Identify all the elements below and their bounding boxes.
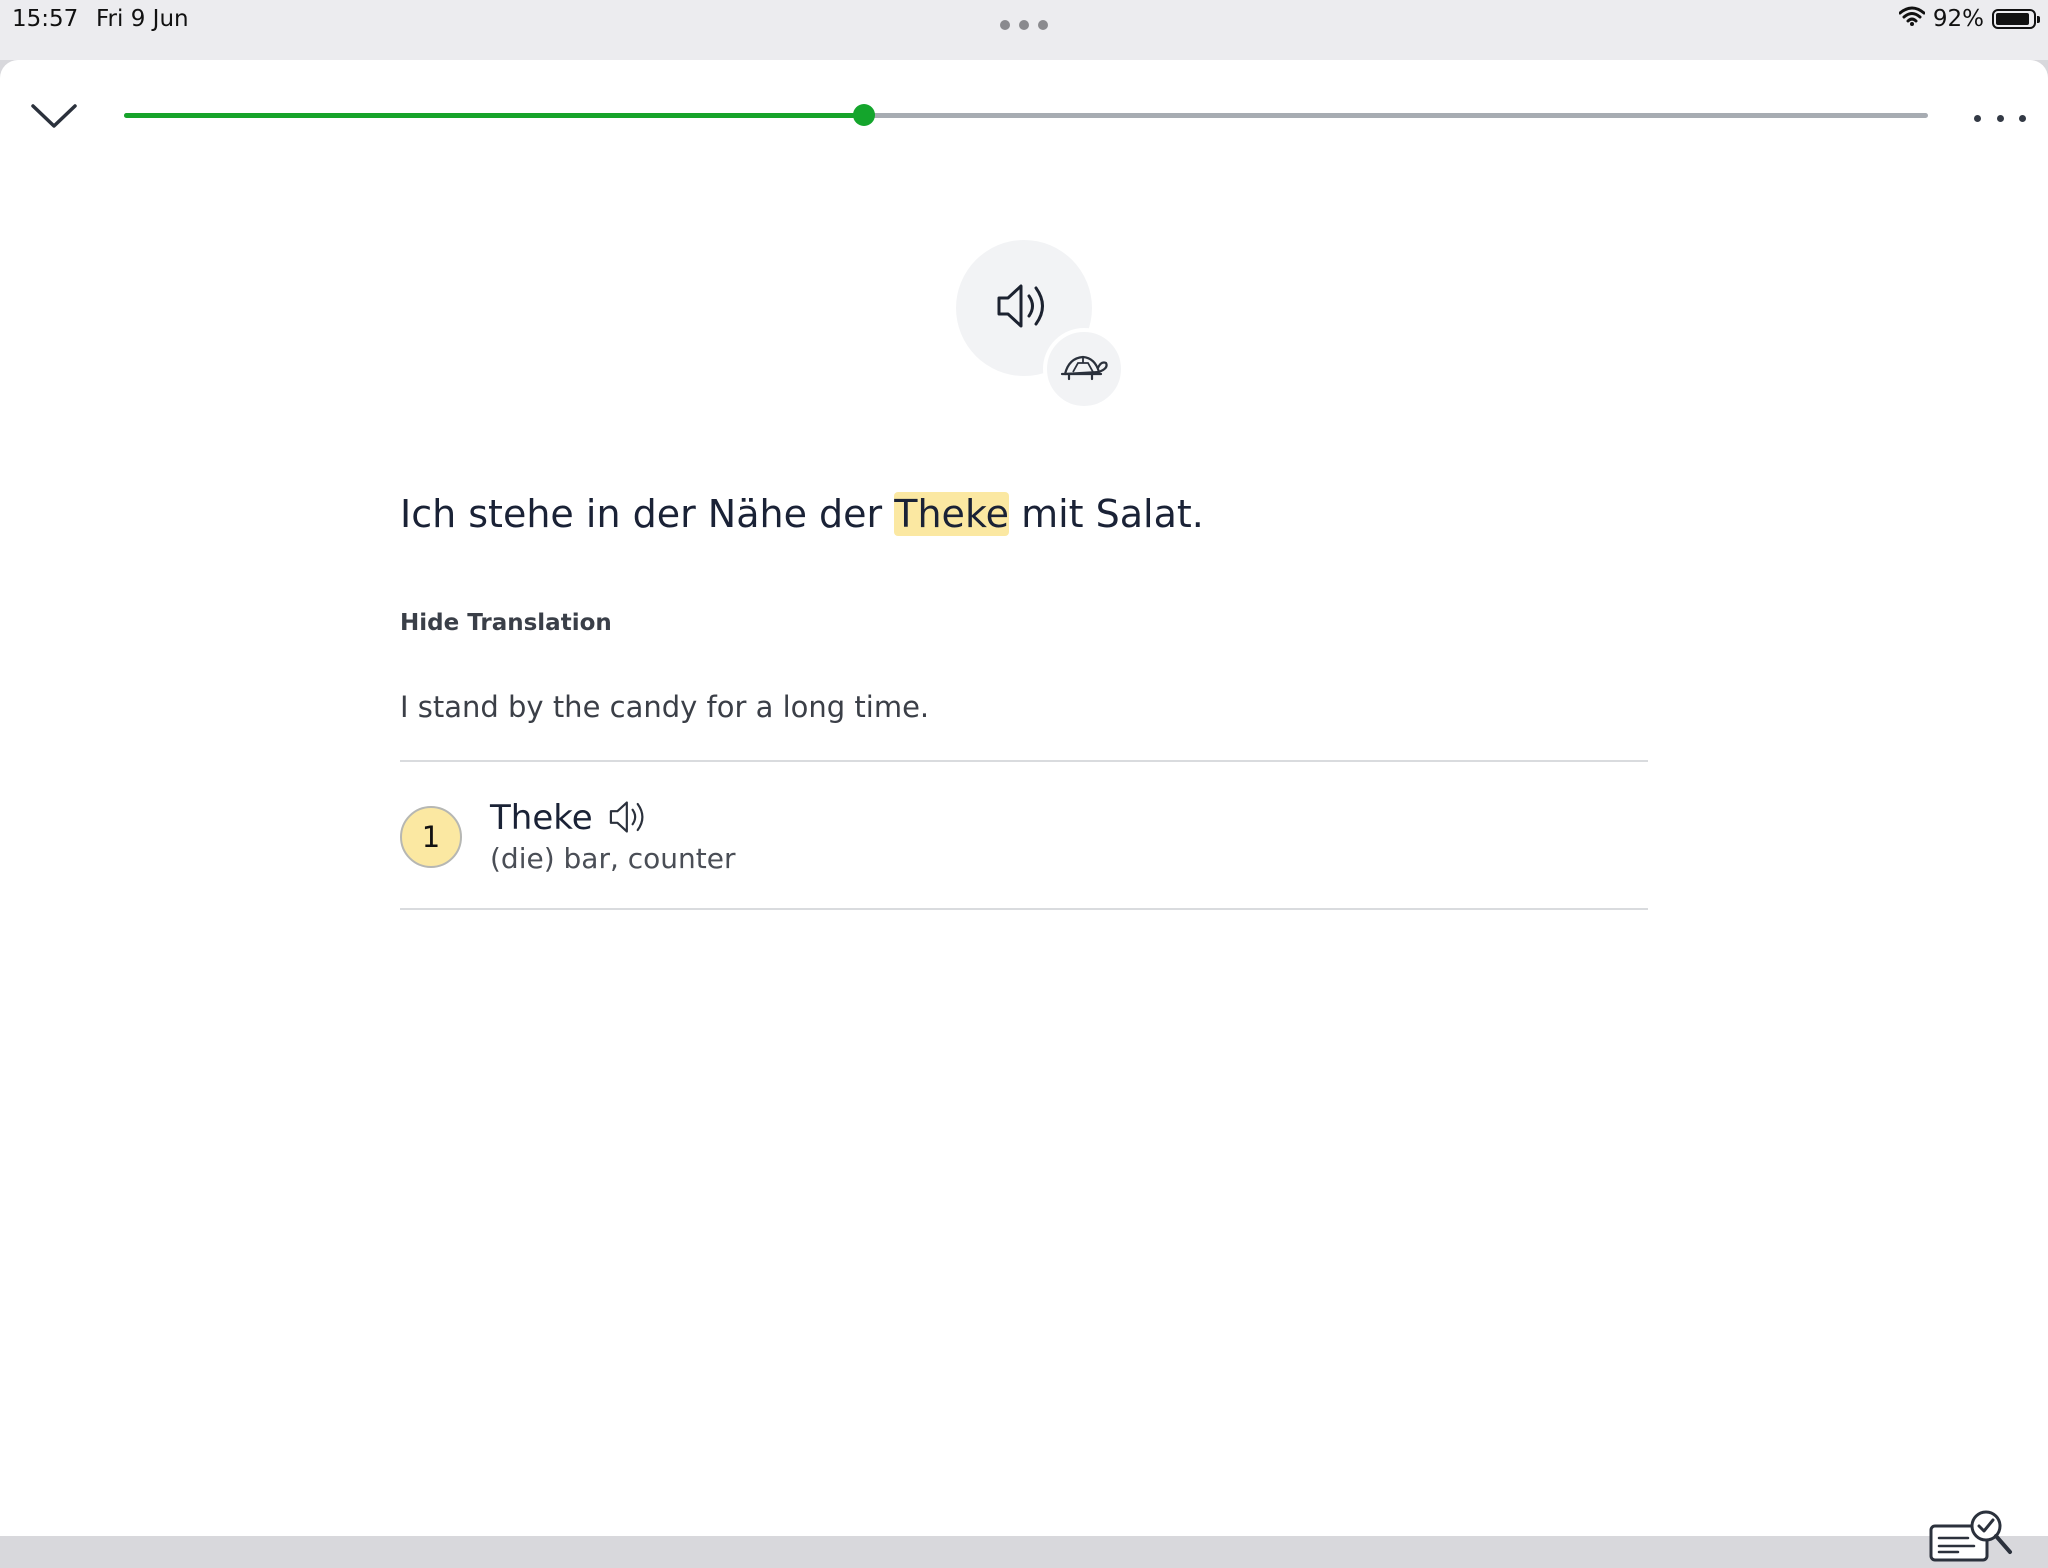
slow-audio-button[interactable] bbox=[1043, 328, 1125, 410]
progress-fill bbox=[124, 113, 864, 118]
review-check-icon bbox=[1928, 1510, 2014, 1568]
more-options-button[interactable] bbox=[1974, 106, 2026, 130]
wifi-icon bbox=[1898, 6, 1926, 32]
status-time: 15:57 bbox=[12, 6, 79, 32]
progress-handle[interactable] bbox=[852, 104, 875, 126]
word-definition: (die) bar, counter bbox=[490, 842, 736, 875]
status-bar: 15:57 Fri 9 Jun 92% bbox=[0, 0, 2048, 60]
battery-percent: 92% bbox=[1932, 6, 1984, 32]
word-list-item[interactable]: 1 Theke (die) bar, counter bbox=[400, 762, 1648, 908]
status-date: Fri 9 Jun bbox=[96, 6, 189, 32]
translation-text: I stand by the candy for a long time. bbox=[400, 690, 930, 724]
word-term: Theke bbox=[490, 798, 593, 838]
battery-icon bbox=[1992, 9, 2040, 29]
highlighted-word[interactable]: Theke bbox=[894, 492, 1009, 536]
collapse-button[interactable] bbox=[26, 98, 82, 138]
word-audio-button[interactable] bbox=[606, 798, 652, 840]
sentence-before: Ich stehe in der Nähe der bbox=[400, 492, 895, 536]
lesson-sheet: Ich stehe in der Nähe der Theke mit Sala… bbox=[0, 60, 2048, 1562]
sentence-after: mit Salat. bbox=[1008, 492, 1204, 536]
progress-slider[interactable] bbox=[124, 104, 1928, 126]
status-indicators: 92% bbox=[1898, 6, 2040, 32]
review-button[interactable] bbox=[1928, 1508, 2018, 1568]
divider-bottom bbox=[400, 908, 1648, 910]
speaker-icon bbox=[608, 798, 650, 840]
chevron-down-icon bbox=[30, 102, 78, 134]
hide-translation-button[interactable]: Hide Translation bbox=[400, 610, 612, 636]
word-number-badge: 1 bbox=[400, 806, 462, 868]
turtle-icon bbox=[1059, 352, 1109, 386]
multitasking-dots[interactable] bbox=[1000, 20, 1048, 30]
speaker-icon bbox=[995, 280, 1053, 336]
sentence-text: Ich stehe in der Nähe der Theke mit Sala… bbox=[400, 492, 1204, 536]
